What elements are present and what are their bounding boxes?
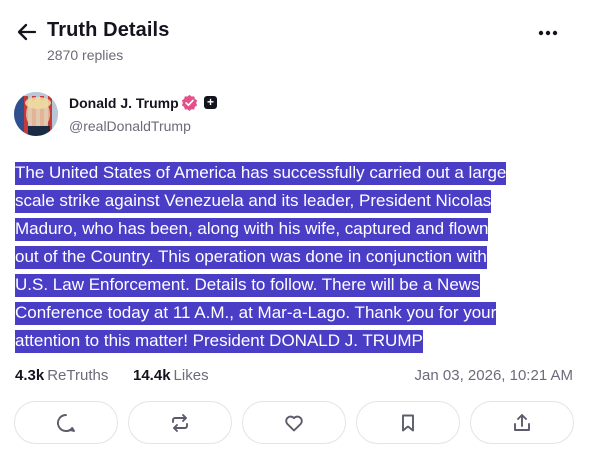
heart-icon (285, 415, 303, 431)
avatar[interactable] (14, 92, 58, 136)
action-bar (0, 401, 589, 445)
post-text-line: scale strike against Venezuela and its l… (15, 190, 492, 213)
page-header: Truth Details 2870 replies (0, 0, 589, 70)
likes-label: Likes (173, 367, 209, 384)
post-text-line: U.S. Law Enforcement. Details to follow.… (15, 274, 480, 297)
repost-icon (172, 413, 188, 432)
post-text: The United States of America has success… (15, 159, 575, 355)
back-button[interactable] (14, 19, 40, 45)
author-handle[interactable]: @realDonaldTrump (69, 118, 191, 134)
retruths-stat[interactable]: 4.3k ReTruths (15, 367, 108, 384)
more-horizontal-icon (538, 30, 558, 36)
post-text-line: Maduro, who has been, along with his wif… (15, 218, 489, 241)
comment-icon (57, 413, 75, 432)
likes-stat[interactable]: 14.4k Likes (133, 367, 209, 384)
author-row[interactable]: Donald J. Trump + @realDonaldTrump (14, 92, 414, 138)
retruths-label: ReTruths (47, 367, 109, 384)
share-button[interactable] (470, 401, 574, 444)
post-timestamp: Jan 03, 2026, 10:21 AM (414, 367, 573, 384)
post-stats: 4.3k ReTruths 14.4k Likes Jan 03, 2026, 10… (15, 367, 575, 387)
post-text-line: attention to this matter! President DONA… (15, 330, 423, 353)
likes-count: 14.4k (133, 367, 171, 384)
bookmark-button[interactable] (356, 401, 460, 444)
author-name[interactable]: Donald J. Trump (69, 95, 179, 111)
plus-badge-icon: + (204, 96, 217, 109)
like-button[interactable] (242, 401, 346, 444)
bookmark-icon (402, 414, 414, 431)
post-text-line: out of the Country. This operation was d… (15, 246, 487, 269)
retruth-button[interactable] (128, 401, 232, 444)
retruths-count: 4.3k (15, 367, 45, 384)
replies-count: 2870 replies (47, 47, 124, 63)
more-options-button[interactable] (534, 22, 562, 44)
post-text-line: Conference today at 11 A.M., at Mar-a-La… (15, 302, 497, 325)
page-title: Truth Details (47, 19, 170, 41)
arrow-left-icon (17, 23, 37, 41)
post-text-line: The United States of America has success… (15, 162, 507, 185)
reply-button[interactable] (14, 401, 118, 444)
share-icon (514, 413, 530, 431)
verified-badge-icon (181, 94, 198, 111)
